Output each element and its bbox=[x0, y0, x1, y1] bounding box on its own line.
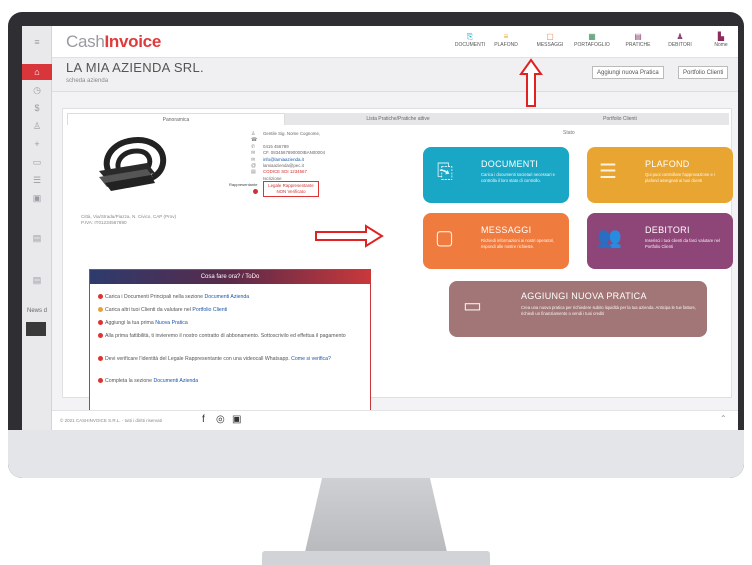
user-menu[interactable]: ▙ Nome bbox=[706, 32, 736, 48]
todo-panel: Cosa fare ora? / ToDo Carica i Documenti… bbox=[89, 269, 371, 417]
brand-logo[interactable]: CashInvoice bbox=[66, 32, 161, 52]
clipboard-icon: ▭ bbox=[463, 295, 482, 317]
tile-messages[interactable]: ▢ MESSAGGI Richiedi informazioni ai nost… bbox=[423, 213, 569, 269]
monitor-chin bbox=[8, 430, 744, 478]
todo-item: Carica altri tuoi Clienti da valutare ne… bbox=[98, 307, 366, 314]
tile-add-practice[interactable]: ▭ AGGIUNGI NUOVA PRATICA Crea una nuova … bbox=[449, 281, 707, 337]
company-logo bbox=[99, 137, 167, 191]
todo-item: Aggiungi la tua prima Nuova Pratica bbox=[98, 320, 366, 327]
facebook-icon[interactable]: f bbox=[202, 414, 205, 425]
list-icon: ≡ bbox=[503, 32, 509, 41]
nav-plafond[interactable]: ≡ PLAFOND bbox=[486, 32, 526, 48]
top-bar: CashInvoice ⎘ DOCUMENTI ≡ PLAFOND ▢ MESSAGGI ▦… bbox=[52, 26, 738, 58]
page-subtitle: scheda azienda bbox=[66, 78, 109, 84]
legal-rep-badge: Legale Rappresentante NON Verificato bbox=[263, 181, 319, 197]
todo-link[interactable]: Portfolio Clienti bbox=[192, 307, 227, 313]
page-header: LA MIA AZIENDA SRL. scheda azienda Aggiu… bbox=[52, 58, 738, 92]
file-icon: ⎘ bbox=[466, 32, 474, 41]
info-icons: ♙ ☎ ✆ ✉ ✉ @ ▤ bbox=[251, 131, 258, 176]
sidebar: ≡ ⌂ ◷ $ ♙ + ▭ ☰ ▣ ▤ ▤ News d bbox=[22, 26, 52, 430]
add-practice-button[interactable]: Aggiungi nuova Pratica bbox=[592, 66, 664, 79]
status-dot-icon bbox=[98, 294, 103, 300]
status-label: Stato bbox=[563, 130, 575, 136]
todo-item: Devi verificare l'identità del Legale Ra… bbox=[98, 356, 366, 363]
todo-link[interactable]: Documenti Azienda bbox=[153, 378, 198, 384]
nav-portafoglio[interactable]: ▦ PORTAFOGLIO bbox=[572, 32, 612, 48]
main-card: Panoramica Lista Pratiche/Pratiche attiv… bbox=[62, 108, 733, 417]
user-icon[interactable]: ♙ bbox=[31, 120, 43, 132]
todo-title: Cosa fare ora? / ToDo bbox=[90, 270, 370, 284]
tab-clients[interactable]: Portfolio Clienti bbox=[511, 113, 729, 125]
arrow-right-annotation bbox=[315, 224, 384, 248]
nav-pratiche[interactable]: ▤ PRATICHE bbox=[618, 32, 658, 48]
status-dot-icon bbox=[98, 320, 103, 326]
list-icon: ☰ bbox=[599, 161, 617, 183]
company-info: Gentile Sig. Nome Cognome, 0415 456789 C… bbox=[263, 131, 326, 181]
company-address: Città, Via/Strada/Piazza, N. Civico, CAP… bbox=[81, 214, 177, 225]
table-icon[interactable]: ▤ bbox=[31, 274, 43, 286]
legal-label: Rappresentante bbox=[229, 182, 258, 187]
status-dot-icon bbox=[98, 356, 103, 362]
linkedin-icon[interactable]: ▣ bbox=[232, 414, 241, 425]
status-dot-icon bbox=[98, 307, 103, 313]
tab-overview[interactable]: Panoramica bbox=[67, 113, 285, 125]
copyright: © 2021 CASHINVOICE S.R.L. - tutti i diri… bbox=[60, 418, 162, 423]
todo-link[interactable]: Come si verifica? bbox=[291, 356, 331, 362]
instagram-icon[interactable]: ◎ bbox=[216, 414, 225, 425]
users-icon: 👥 bbox=[597, 227, 622, 249]
dollar-icon[interactable]: $ bbox=[31, 102, 43, 114]
footer: © 2021 CASHINVOICE S.R.L. - tutti i diri… bbox=[52, 410, 738, 430]
calendar-icon[interactable]: ▭ bbox=[31, 156, 43, 168]
warning-icon bbox=[253, 189, 258, 194]
chat-icon: ▢ bbox=[435, 227, 454, 249]
box-icon[interactable]: ▣ bbox=[31, 192, 43, 204]
tile-debtors[interactable]: 👥 DEBITORI Inserisci i tuoi clienti da f… bbox=[587, 213, 733, 269]
stack-icon: ▤ bbox=[634, 32, 642, 41]
arrow-up-annotation bbox=[519, 58, 543, 107]
file-icon: ⎘ bbox=[437, 161, 453, 183]
menu-icon[interactable]: ≡ bbox=[31, 36, 43, 48]
card-icon[interactable]: ▤ bbox=[31, 232, 43, 244]
todo-link[interactable]: Documenti Azienda bbox=[204, 294, 249, 300]
list-icon[interactable]: ☰ bbox=[31, 174, 43, 186]
news-thumbnail[interactable] bbox=[26, 322, 46, 336]
users-icon: ♟ bbox=[676, 32, 684, 41]
tile-documents[interactable]: ⎘ DOCUMENTI Carica i documenti societari… bbox=[423, 147, 569, 203]
news-label: News d bbox=[26, 308, 47, 314]
status-dot-icon bbox=[98, 378, 103, 384]
plus-icon[interactable]: + bbox=[31, 138, 43, 150]
todo-item: Completa la sezione Documenti Azienda bbox=[98, 378, 366, 385]
building-icon: ▙ bbox=[717, 32, 725, 41]
nav-messaggi[interactable]: ▢ MESSAGGI bbox=[530, 32, 570, 48]
monitor-stand bbox=[305, 478, 447, 552]
todo-item: Alla prima fattibilità, ti invieremo il … bbox=[98, 333, 366, 340]
chat-icon: ▢ bbox=[546, 32, 554, 41]
todo-item: Carica i Documenti Principali nella sezi… bbox=[98, 294, 366, 301]
nav-debitori[interactable]: ♟ DEBITORI bbox=[660, 32, 700, 48]
chevron-up-icon[interactable]: ⌃ bbox=[720, 414, 727, 423]
page-title: LA MIA AZIENDA SRL. bbox=[66, 60, 204, 75]
todo-link[interactable]: Nuova Pratica bbox=[155, 320, 188, 326]
wallet-icon: ▦ bbox=[588, 32, 596, 41]
status-dot-icon bbox=[98, 333, 103, 339]
tile-plafond[interactable]: ☰ PLAFOND Qui puoi controllare l'approva… bbox=[587, 147, 733, 203]
client-portfolio-button[interactable]: Portfolio Clienti bbox=[678, 66, 729, 79]
nav-documenti[interactable]: ⎘ DOCUMENTI bbox=[450, 32, 490, 48]
tab-practices[interactable]: Lista Pratiche/Pratiche attive bbox=[285, 113, 511, 125]
monitor-base bbox=[262, 551, 490, 565]
home-icon[interactable]: ⌂ bbox=[31, 66, 43, 78]
clock-icon[interactable]: ◷ bbox=[31, 84, 43, 96]
